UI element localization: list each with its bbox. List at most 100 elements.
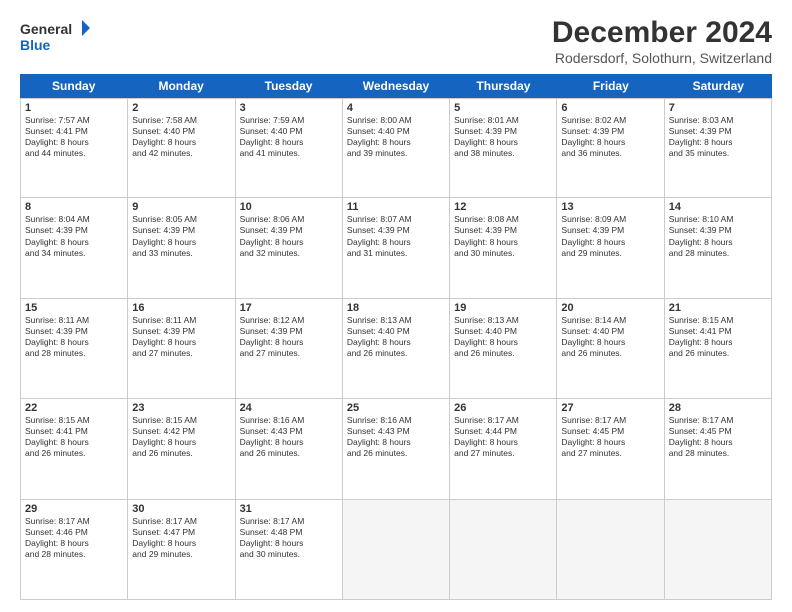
header-day-monday: Monday [127,74,234,98]
calendar-day-7: 7Sunrise: 8:03 AMSunset: 4:39 PMDaylight… [665,98,772,198]
day-number: 31 [240,503,338,515]
day-info: Sunrise: 8:01 AMSunset: 4:39 PMDaylight:… [454,115,552,159]
day-info: Sunrise: 8:16 AMSunset: 4:43 PMDaylight:… [240,415,338,459]
day-info: Sunrise: 8:11 AMSunset: 4:39 PMDaylight:… [132,315,230,359]
day-number: 16 [132,302,230,314]
calendar-empty-cell [665,500,772,600]
day-number: 29 [25,503,123,515]
day-info: Sunrise: 8:17 AMSunset: 4:48 PMDaylight:… [240,516,338,560]
calendar-day-4: 4Sunrise: 8:00 AMSunset: 4:40 PMDaylight… [343,98,450,198]
day-info: Sunrise: 8:14 AMSunset: 4:40 PMDaylight:… [561,315,659,359]
calendar-day-23: 23Sunrise: 8:15 AMSunset: 4:42 PMDayligh… [128,399,235,499]
calendar-day-22: 22Sunrise: 8:15 AMSunset: 4:41 PMDayligh… [21,399,128,499]
calendar-day-13: 13Sunrise: 8:09 AMSunset: 4:39 PMDayligh… [557,198,664,298]
svg-text:General: General [20,21,72,37]
day-info: Sunrise: 8:03 AMSunset: 4:39 PMDaylight:… [669,115,767,159]
day-number: 18 [347,302,445,314]
day-info: Sunrise: 8:04 AMSunset: 4:39 PMDaylight:… [25,214,123,258]
calendar-day-29: 29Sunrise: 8:17 AMSunset: 4:46 PMDayligh… [21,500,128,600]
calendar-day-31: 31Sunrise: 8:17 AMSunset: 4:48 PMDayligh… [236,500,343,600]
calendar-day-10: 10Sunrise: 8:06 AMSunset: 4:39 PMDayligh… [236,198,343,298]
day-info: Sunrise: 8:02 AMSunset: 4:39 PMDaylight:… [561,115,659,159]
day-number: 21 [669,302,767,314]
day-info: Sunrise: 7:59 AMSunset: 4:40 PMDaylight:… [240,115,338,159]
day-info: Sunrise: 8:08 AMSunset: 4:39 PMDaylight:… [454,214,552,258]
day-info: Sunrise: 7:58 AMSunset: 4:40 PMDaylight:… [132,115,230,159]
day-info: Sunrise: 8:17 AMSunset: 4:45 PMDaylight:… [669,415,767,459]
day-number: 28 [669,402,767,414]
day-info: Sunrise: 8:16 AMSunset: 4:43 PMDaylight:… [347,415,445,459]
day-info: Sunrise: 8:13 AMSunset: 4:40 PMDaylight:… [347,315,445,359]
day-info: Sunrise: 8:05 AMSunset: 4:39 PMDaylight:… [132,214,230,258]
header-day-friday: Friday [557,74,664,98]
calendar-day-12: 12Sunrise: 8:08 AMSunset: 4:39 PMDayligh… [450,198,557,298]
day-number: 2 [132,102,230,114]
day-number: 13 [561,201,659,213]
day-number: 22 [25,402,123,414]
calendar-day-25: 25Sunrise: 8:16 AMSunset: 4:43 PMDayligh… [343,399,450,499]
day-number: 1 [25,102,123,114]
day-number: 3 [240,102,338,114]
calendar-day-5: 5Sunrise: 8:01 AMSunset: 4:39 PMDaylight… [450,98,557,198]
calendar-day-24: 24Sunrise: 8:16 AMSunset: 4:43 PMDayligh… [236,399,343,499]
day-number: 20 [561,302,659,314]
calendar-day-20: 20Sunrise: 8:14 AMSunset: 4:40 PMDayligh… [557,299,664,399]
header-day-saturday: Saturday [665,74,772,98]
calendar-week-2: 8Sunrise: 8:04 AMSunset: 4:39 PMDaylight… [20,198,772,298]
calendar-day-27: 27Sunrise: 8:17 AMSunset: 4:45 PMDayligh… [557,399,664,499]
calendar-day-3: 3Sunrise: 7:59 AMSunset: 4:40 PMDaylight… [236,98,343,198]
day-number: 12 [454,201,552,213]
day-number: 5 [454,102,552,114]
day-info: Sunrise: 8:17 AMSunset: 4:46 PMDaylight:… [25,516,123,560]
day-number: 15 [25,302,123,314]
day-number: 4 [347,102,445,114]
day-number: 14 [669,201,767,213]
day-info: Sunrise: 8:11 AMSunset: 4:39 PMDaylight:… [25,315,123,359]
day-number: 23 [132,402,230,414]
day-number: 19 [454,302,552,314]
calendar-week-1: 1Sunrise: 7:57 AMSunset: 4:41 PMDaylight… [20,98,772,198]
day-info: Sunrise: 7:57 AMSunset: 4:41 PMDaylight:… [25,115,123,159]
calendar-day-14: 14Sunrise: 8:10 AMSunset: 4:39 PMDayligh… [665,198,772,298]
day-number: 9 [132,201,230,213]
calendar-day-11: 11Sunrise: 8:07 AMSunset: 4:39 PMDayligh… [343,198,450,298]
logo-svg: General Blue [20,16,90,56]
day-number: 24 [240,402,338,414]
calendar-day-9: 9Sunrise: 8:05 AMSunset: 4:39 PMDaylight… [128,198,235,298]
day-info: Sunrise: 8:07 AMSunset: 4:39 PMDaylight:… [347,214,445,258]
calendar-day-30: 30Sunrise: 8:17 AMSunset: 4:47 PMDayligh… [128,500,235,600]
calendar-body: 1Sunrise: 7:57 AMSunset: 4:41 PMDaylight… [20,98,772,600]
day-info: Sunrise: 8:15 AMSunset: 4:42 PMDaylight:… [132,415,230,459]
day-info: Sunrise: 8:12 AMSunset: 4:39 PMDaylight:… [240,315,338,359]
day-info: Sunrise: 8:10 AMSunset: 4:39 PMDaylight:… [669,214,767,258]
calendar-day-28: 28Sunrise: 8:17 AMSunset: 4:45 PMDayligh… [665,399,772,499]
day-number: 30 [132,503,230,515]
day-info: Sunrise: 8:13 AMSunset: 4:40 PMDaylight:… [454,315,552,359]
calendar-header: SundayMondayTuesdayWednesdayThursdayFrid… [20,74,772,98]
calendar-day-16: 16Sunrise: 8:11 AMSunset: 4:39 PMDayligh… [128,299,235,399]
page: General Blue December 2024 Rodersdorf, S… [0,0,792,612]
day-info: Sunrise: 8:17 AMSunset: 4:44 PMDaylight:… [454,415,552,459]
calendar-week-3: 15Sunrise: 8:11 AMSunset: 4:39 PMDayligh… [20,299,772,399]
header-day-tuesday: Tuesday [235,74,342,98]
day-info: Sunrise: 8:06 AMSunset: 4:39 PMDaylight:… [240,214,338,258]
calendar-week-4: 22Sunrise: 8:15 AMSunset: 4:41 PMDayligh… [20,399,772,499]
header-day-sunday: Sunday [20,74,127,98]
day-number: 26 [454,402,552,414]
day-info: Sunrise: 8:17 AMSunset: 4:47 PMDaylight:… [132,516,230,560]
day-info: Sunrise: 8:09 AMSunset: 4:39 PMDaylight:… [561,214,659,258]
calendar-empty-cell [450,500,557,600]
calendar-empty-cell [557,500,664,600]
calendar: SundayMondayTuesdayWednesdayThursdayFrid… [20,74,772,600]
day-number: 25 [347,402,445,414]
calendar-day-21: 21Sunrise: 8:15 AMSunset: 4:41 PMDayligh… [665,299,772,399]
subtitle: Rodersdorf, Solothurn, Switzerland [552,50,772,66]
header: General Blue December 2024 Rodersdorf, S… [20,16,772,66]
day-number: 8 [25,201,123,213]
day-number: 10 [240,201,338,213]
day-number: 17 [240,302,338,314]
calendar-day-15: 15Sunrise: 8:11 AMSunset: 4:39 PMDayligh… [21,299,128,399]
main-title: December 2024 [552,16,772,50]
header-day-wednesday: Wednesday [342,74,449,98]
calendar-day-1: 1Sunrise: 7:57 AMSunset: 4:41 PMDaylight… [21,98,128,198]
